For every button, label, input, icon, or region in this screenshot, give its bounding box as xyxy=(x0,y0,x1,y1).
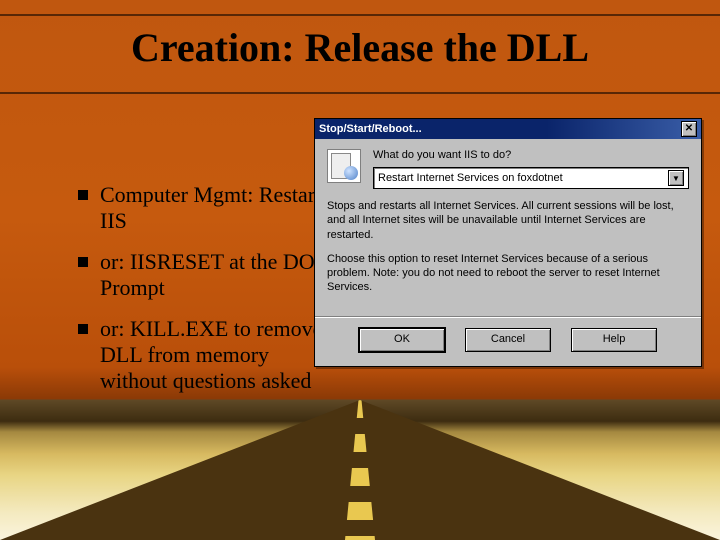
dialog-question: What do you want IIS to do? xyxy=(373,149,689,161)
action-dropdown[interactable]: Restart Internet Services on foxdotnet ▼ xyxy=(373,167,689,189)
description-line: Choose this option to reset Internet Ser… xyxy=(327,252,689,295)
bullet-item: or: IISRESET at the DOS-Prompt xyxy=(78,249,338,302)
description-line: Stops and restarts all Internet Services… xyxy=(327,199,689,242)
road-graphic xyxy=(0,400,720,540)
dialog-top-row: What do you want IIS to do? Restart Inte… xyxy=(327,149,689,189)
title-underline xyxy=(0,92,720,94)
help-button[interactable]: Help xyxy=(571,328,657,352)
close-icon[interactable]: ✕ xyxy=(681,121,697,137)
bullet-item: Computer Mgmt: Restart IIS xyxy=(78,182,338,235)
dialog-titlebar[interactable]: Stop/Start/Reboot... ✕ xyxy=(315,119,701,139)
dialog-description: Stops and restarts all Internet Services… xyxy=(327,199,689,295)
dropdown-selected: Restart Internet Services on foxdotnet xyxy=(378,172,563,184)
slide: Creation: Release the DLL Computer Mgmt:… xyxy=(0,0,720,540)
ok-button[interactable]: OK xyxy=(359,328,445,352)
slide-title: Creation: Release the DLL xyxy=(0,24,720,71)
dialog-button-row: OK Cancel Help xyxy=(315,317,701,366)
dialog-question-block: What do you want IIS to do? Restart Inte… xyxy=(373,149,689,189)
dialog-window: Stop/Start/Reboot... ✕ What do you want … xyxy=(314,118,702,367)
chevron-down-icon[interactable]: ▼ xyxy=(668,170,684,186)
dialog-body: What do you want IIS to do? Restart Inte… xyxy=(315,139,701,311)
top-divider xyxy=(0,14,720,16)
bullet-item: or: KILL.EXE to remove DLL from memory w… xyxy=(78,316,338,395)
app-icon xyxy=(327,149,361,183)
dialog-title: Stop/Start/Reboot... xyxy=(319,123,422,135)
bullet-list: Computer Mgmt: Restart IIS or: IISRESET … xyxy=(38,182,338,409)
cancel-button[interactable]: Cancel xyxy=(465,328,551,352)
